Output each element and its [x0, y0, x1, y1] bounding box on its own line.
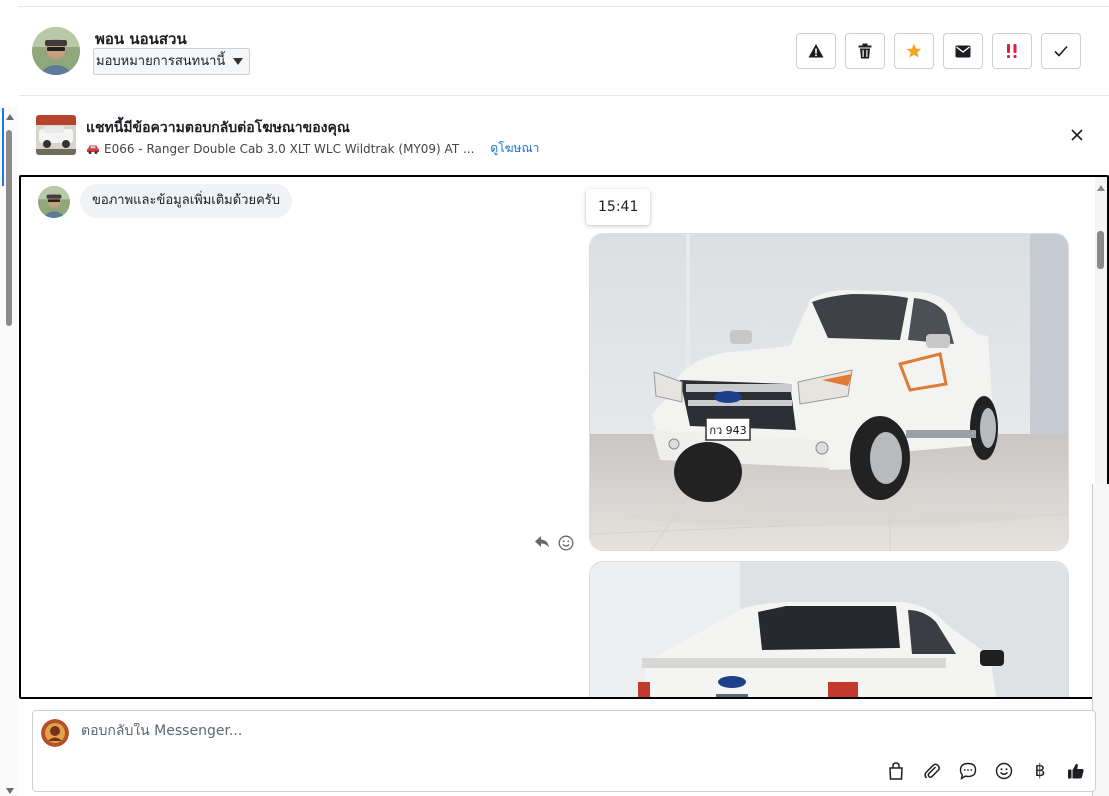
ad-banner-subtitle: E066 - Ranger Double Cab 3.0 XLT WLC Wil…	[86, 139, 539, 158]
thread-scroll-up-arrow[interactable]	[1097, 185, 1105, 191]
conversation-header: พอน นอนสวน มอบหมายการสนทนานี้	[19, 7, 1109, 96]
warning-icon	[808, 44, 824, 58]
star-button[interactable]	[894, 33, 934, 69]
message-tools	[534, 535, 574, 551]
report-button[interactable]	[796, 33, 836, 69]
active-indicator	[2, 108, 4, 186]
message-thread[interactable]: ขอภาพและข้อมูลเพิ่มเติมด้วยครับ 15:41 กว…	[19, 175, 1109, 699]
delete-button[interactable]	[845, 33, 885, 69]
car-icon	[87, 145, 99, 154]
scroll-up-arrow[interactable]	[6, 114, 14, 120]
incoming-message-bubble[interactable]: ขอภาพและข้อมูลเพิ่มเติมด้วยครับ	[80, 184, 293, 218]
caret-down-icon	[233, 58, 244, 65]
scroll-down-arrow[interactable]	[6, 788, 14, 794]
paperclip-icon	[924, 763, 940, 779]
done-button[interactable]	[1041, 33, 1081, 69]
saved-reply-button[interactable]	[955, 758, 981, 784]
scroll-thumb[interactable]	[6, 130, 12, 326]
trash-icon	[858, 43, 872, 59]
ad-reply-banner: แชทนี้มีข้อความตอบกลับต่อโฆษณาของคุณ E06…	[19, 100, 1109, 172]
mark-unread-button[interactable]	[943, 33, 983, 69]
assign-label: มอบหมายการสนทนานี้	[96, 54, 226, 69]
close-icon	[1071, 129, 1083, 141]
message-timestamp: 15:41	[586, 189, 651, 225]
reply-icon[interactable]	[534, 535, 550, 549]
attach-button[interactable]	[919, 758, 945, 784]
ad-thumbnail[interactable]	[36, 115, 76, 155]
important-button[interactable]	[992, 33, 1032, 69]
double-exclamation-icon	[1007, 44, 1017, 58]
reply-input[interactable]	[81, 723, 681, 739]
sender-avatar[interactable]	[38, 186, 70, 218]
view-ad-link[interactable]: ดูโฆษณา	[490, 139, 539, 158]
header-actions	[796, 33, 1081, 69]
payment-button[interactable]: ฿	[1027, 758, 1053, 784]
shop-bag-button[interactable]	[883, 758, 909, 784]
smiley-icon	[995, 762, 1013, 780]
truck-photo-rear[interactable]	[589, 561, 1069, 697]
composer-tools: ฿	[883, 758, 1089, 784]
truck-photo-front[interactable]: กว 943	[589, 233, 1069, 551]
envelope-icon	[955, 45, 971, 57]
bag-icon	[889, 762, 903, 780]
thread-scroll-thumb[interactable]	[1097, 231, 1104, 269]
close-banner-button[interactable]	[1069, 127, 1085, 143]
left-scrollbar[interactable]	[0, 106, 18, 796]
license-plate-text: กว 943	[709, 424, 746, 437]
ad-banner-title: แชทนี้มีข้อความตอบกลับต่อโฆษณาของคุณ	[86, 120, 350, 136]
react-smiley-icon[interactable]	[558, 535, 574, 551]
assign-conversation-dropdown[interactable]: มอบหมายการสนทนานี้	[93, 48, 251, 75]
emoji-button[interactable]	[991, 758, 1017, 784]
like-button[interactable]	[1063, 758, 1089, 784]
checkmark-icon	[1054, 45, 1068, 57]
thumbs-up-icon	[1068, 763, 1084, 779]
baht-icon: ฿	[1034, 761, 1046, 781]
reply-composer: ฿	[32, 710, 1096, 792]
star-icon	[906, 43, 922, 58]
speech-bubble-icon	[959, 762, 977, 780]
user-avatar[interactable]	[32, 27, 80, 75]
page-avatar	[41, 719, 69, 747]
ad-listing-name: E066 - Ranger Double Cab 3.0 XLT WLC Wil…	[104, 141, 475, 156]
